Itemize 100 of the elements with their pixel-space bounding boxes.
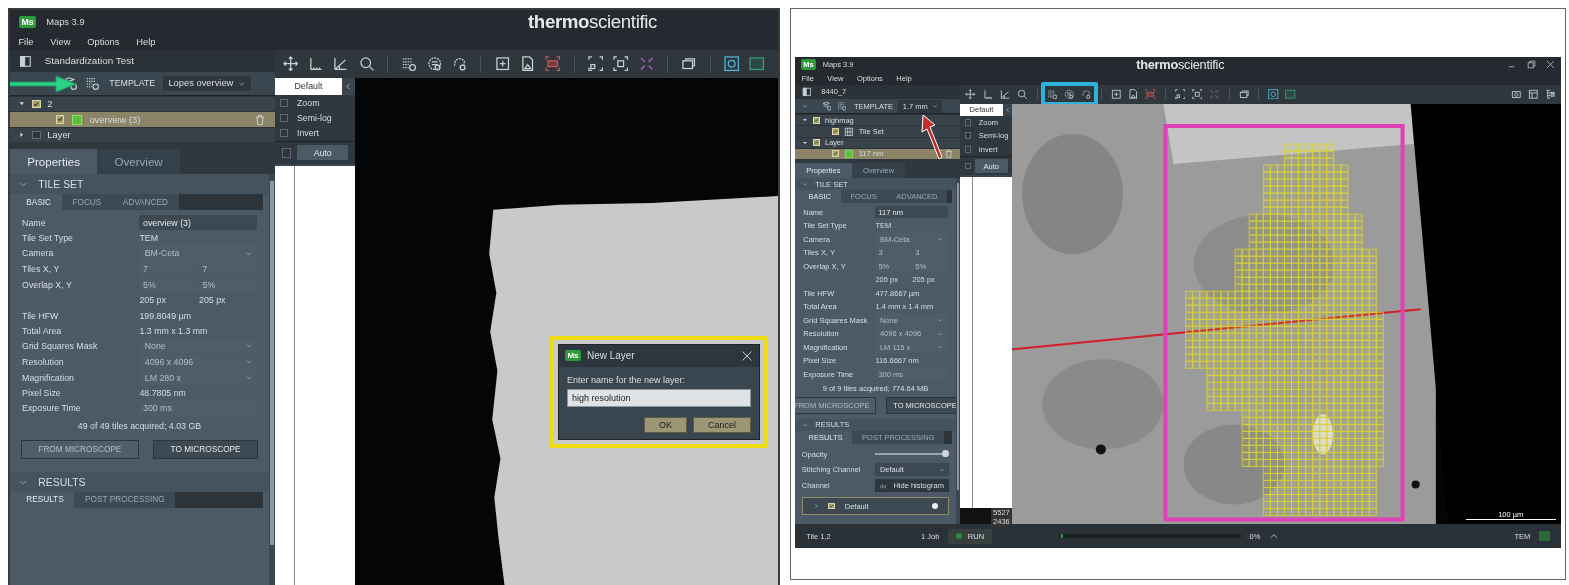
fit-center-icon[interactable] <box>613 56 629 72</box>
shrink-icon[interactable] <box>638 56 654 72</box>
auto-button[interactable]: Auto <box>297 145 349 161</box>
collapse-icon[interactable] <box>18 100 26 108</box>
dialog-button[interactable]: OK <box>643 416 687 433</box>
image-document-icon[interactable] <box>1127 88 1139 100</box>
scrollbar[interactable] <box>955 178 960 524</box>
target-icon[interactable] <box>1268 88 1279 100</box>
expand-icon[interactable] <box>18 131 26 139</box>
menu-item[interactable]: Help <box>136 37 156 48</box>
checkbox[interactable] <box>964 162 972 170</box>
target-icon[interactable] <box>724 56 740 72</box>
panel-tab[interactable]: Properties <box>10 149 98 175</box>
field-label: Exposure Time <box>22 403 82 414</box>
field-label: Overlap X, Y <box>22 280 73 291</box>
field-label: Resolution <box>22 356 65 367</box>
sub-tab[interactable]: ADVANCED <box>112 194 179 210</box>
circle-grid-icon[interactable] <box>1063 88 1075 100</box>
color-dot[interactable] <box>931 502 939 510</box>
camera-icon[interactable] <box>1510 88 1522 100</box>
window-title: Maps 3.9 <box>46 17 85 28</box>
checkbox[interactable] <box>964 132 972 140</box>
checkbox[interactable] <box>964 118 972 126</box>
add-frame-icon[interactable] <box>494 56 510 72</box>
move-icon[interactable] <box>965 88 976 100</box>
tile-gear-icon[interactable] <box>401 56 417 72</box>
frame-icon[interactable] <box>545 56 561 72</box>
angle-icon[interactable] <box>999 88 1011 100</box>
app-logo: Ms <box>565 349 581 362</box>
collapse-icon[interactable] <box>344 81 353 91</box>
search-icon[interactable] <box>358 56 374 72</box>
panel-icon[interactable] <box>749 56 765 72</box>
ruler-icon[interactable] <box>982 88 993 100</box>
checkbox[interactable] <box>964 145 972 153</box>
grid-gear-icon[interactable] <box>836 101 847 111</box>
layers-gear-icon[interactable] <box>821 101 832 111</box>
sub-tab[interactable]: BASIC <box>15 194 62 210</box>
layout-icon[interactable] <box>1528 88 1539 100</box>
trash-icon[interactable] <box>943 148 954 159</box>
image-document-icon[interactable] <box>519 56 536 72</box>
tree-icon[interactable] <box>1545 88 1556 100</box>
window-icon[interactable] <box>681 56 697 72</box>
checkbox[interactable] <box>280 114 289 122</box>
menu-item[interactable]: Options <box>87 37 120 48</box>
section-title: TILE SET <box>38 178 84 190</box>
frame-icon[interactable] <box>1145 88 1156 100</box>
ruler-icon[interactable] <box>307 56 324 72</box>
layer-name-field[interactable]: high resolution <box>567 388 751 407</box>
sidebar-toggle-icon[interactable] <box>18 54 32 68</box>
histogram-icon <box>879 482 886 489</box>
tile-grid-icon <box>843 148 854 159</box>
field-label: Tile HFW <box>22 310 60 321</box>
fit-icon[interactable] <box>587 56 604 72</box>
chevron-up-icon[interactable] <box>1269 531 1280 541</box>
move-icon[interactable] <box>282 56 299 72</box>
add-frame-icon[interactable] <box>1110 88 1121 100</box>
fit-center-icon[interactable] <box>1191 88 1203 100</box>
shrink-icon[interactable] <box>1209 88 1220 100</box>
menu-item[interactable]: File <box>18 37 34 48</box>
template-dropdown[interactable]: Lopes overview <box>162 76 252 91</box>
search-icon[interactable] <box>1017 88 1028 100</box>
checkbox[interactable] <box>281 147 292 158</box>
template-label: TEMPLATE <box>109 78 156 89</box>
project-name: Standardization Test <box>44 55 134 67</box>
fit-icon[interactable] <box>1174 88 1185 100</box>
tree-label: overview (3) <box>89 114 141 125</box>
grid-gear-icon[interactable] <box>84 76 99 91</box>
dialog-prompt: Enter name for the new layer: <box>567 374 687 385</box>
microscope-button[interactable]: TO MICROSCOPE <box>153 439 259 459</box>
close-icon[interactable] <box>1546 60 1555 69</box>
dialog-button[interactable]: Cancel <box>693 416 751 433</box>
circle-grid-icon[interactable] <box>426 56 442 72</box>
panel-tab[interactable]: Overview <box>97 149 180 175</box>
app-logo: Ms <box>18 15 37 29</box>
scrollbar[interactable] <box>268 174 275 585</box>
panel-icon[interactable] <box>1285 88 1296 100</box>
field-label: Total Area <box>22 325 63 336</box>
restore-icon[interactable] <box>1526 60 1536 69</box>
angle-icon[interactable] <box>333 56 349 72</box>
sidebar-toggle-icon[interactable] <box>801 87 812 97</box>
tile-gear-icon[interactable] <box>1046 88 1057 100</box>
sub-tab[interactable]: FOCUS <box>61 194 112 210</box>
arrow-annotation <box>10 73 78 94</box>
checkbox[interactable] <box>32 130 41 140</box>
chevron-down-icon[interactable] <box>19 180 28 189</box>
checkbox[interactable] <box>280 98 289 107</box>
tree-label: 2 <box>47 99 53 110</box>
field-value: 205 px <box>139 295 167 306</box>
checkbox[interactable] <box>280 129 289 138</box>
close-icon[interactable] <box>741 349 753 362</box>
blob-grid-icon[interactable] <box>1081 88 1092 100</box>
text-field[interactable]: overview (3) <box>139 215 257 230</box>
blob-grid-icon[interactable] <box>451 56 468 72</box>
field-value: 199.8049 µm <box>139 310 191 321</box>
menu-item[interactable]: View <box>50 37 71 48</box>
chevron-down-icon <box>244 249 252 257</box>
window-icon[interactable] <box>1238 88 1249 100</box>
tile-grid-icon <box>70 113 83 126</box>
tile-grid-icon <box>843 126 854 137</box>
collapse-icon[interactable] <box>801 117 808 124</box>
